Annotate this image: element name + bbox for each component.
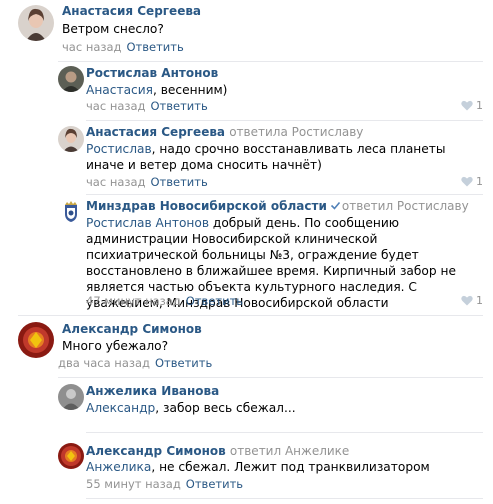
- avatar[interactable]: [58, 384, 84, 410]
- comment-text: Александр, забор весь сбежал...: [86, 401, 296, 415]
- divider: [58, 377, 483, 378]
- like-button[interactable]: 1: [461, 99, 483, 112]
- comment-author[interactable]: Анастасия Сергеева ответила Ростиславу: [86, 125, 363, 139]
- comment-time[interactable]: час назад: [62, 40, 122, 54]
- mention-link[interactable]: Александр: [86, 401, 155, 415]
- mention-link[interactable]: Ростислав: [86, 142, 152, 156]
- reply-button[interactable]: Ответить: [127, 40, 184, 54]
- reply-to-label[interactable]: ответила Ростиславу: [229, 125, 363, 139]
- comment-text: Ветром снесло?: [62, 22, 164, 36]
- divider: [18, 315, 483, 316]
- mention-link[interactable]: Ростислав Антонов: [86, 216, 209, 230]
- divider: [58, 61, 483, 62]
- comment-time[interactable]: 55 минут назад: [86, 477, 181, 491]
- divider: [86, 432, 483, 433]
- comment-text: Анжелика, не сбежал. Лежит под транквили…: [86, 460, 430, 474]
- comment-author[interactable]: Александр Симонов: [62, 322, 202, 336]
- comment-time[interactable]: час назад: [86, 99, 146, 113]
- verified-icon: [330, 201, 340, 210]
- divider: [86, 120, 483, 121]
- like-count: 1: [476, 175, 483, 188]
- like-button[interactable]: 1: [461, 294, 483, 307]
- comment-time[interactable]: час назад: [86, 175, 146, 189]
- comment-text: Много убежало?: [62, 339, 169, 353]
- mention-link[interactable]: Анжелика: [86, 460, 151, 474]
- comment-time[interactable]: 47 минут назад: [86, 294, 181, 308]
- heart-icon: [461, 100, 473, 111]
- heart-icon: [461, 176, 473, 187]
- avatar[interactable]: [58, 443, 84, 469]
- avatar[interactable]: [58, 199, 84, 225]
- reply-to-label[interactable]: ответил Анжелике: [230, 444, 349, 458]
- divider: [86, 498, 483, 499]
- mention-link[interactable]: Анастасия: [86, 83, 153, 97]
- reply-button[interactable]: Ответить: [186, 294, 243, 308]
- heart-icon: [461, 295, 473, 306]
- avatar[interactable]: [58, 126, 84, 152]
- comment-author[interactable]: Александр Симонов ответил Анжелике: [86, 444, 349, 458]
- like-button[interactable]: 1: [461, 175, 483, 188]
- avatar[interactable]: [18, 5, 54, 41]
- comment-time[interactable]: два часа назад: [58, 356, 150, 370]
- reply-to-label[interactable]: ответил Ростиславу: [342, 199, 469, 213]
- comment-author[interactable]: Анастасия Сергеева: [62, 4, 201, 18]
- comment-text: Ростислав, надо срочно восстанавливать л…: [86, 142, 446, 172]
- comment-text: Анастасия, весенним): [86, 83, 228, 97]
- reply-button[interactable]: Ответить: [151, 175, 208, 189]
- reply-button[interactable]: Ответить: [186, 477, 243, 491]
- comment-author[interactable]: Анжелика Иванова: [86, 384, 219, 398]
- like-count: 1: [476, 99, 483, 112]
- like-count: 1: [476, 294, 483, 307]
- reply-button[interactable]: Ответить: [151, 99, 208, 113]
- reply-button[interactable]: Ответить: [155, 356, 212, 370]
- comment-author[interactable]: Минздрав Новосибирской области ответил Ро…: [86, 199, 469, 213]
- avatar[interactable]: [18, 322, 54, 358]
- comment-author[interactable]: Ростислав Антонов: [86, 66, 218, 80]
- divider: [86, 194, 483, 195]
- avatar[interactable]: [58, 66, 84, 92]
